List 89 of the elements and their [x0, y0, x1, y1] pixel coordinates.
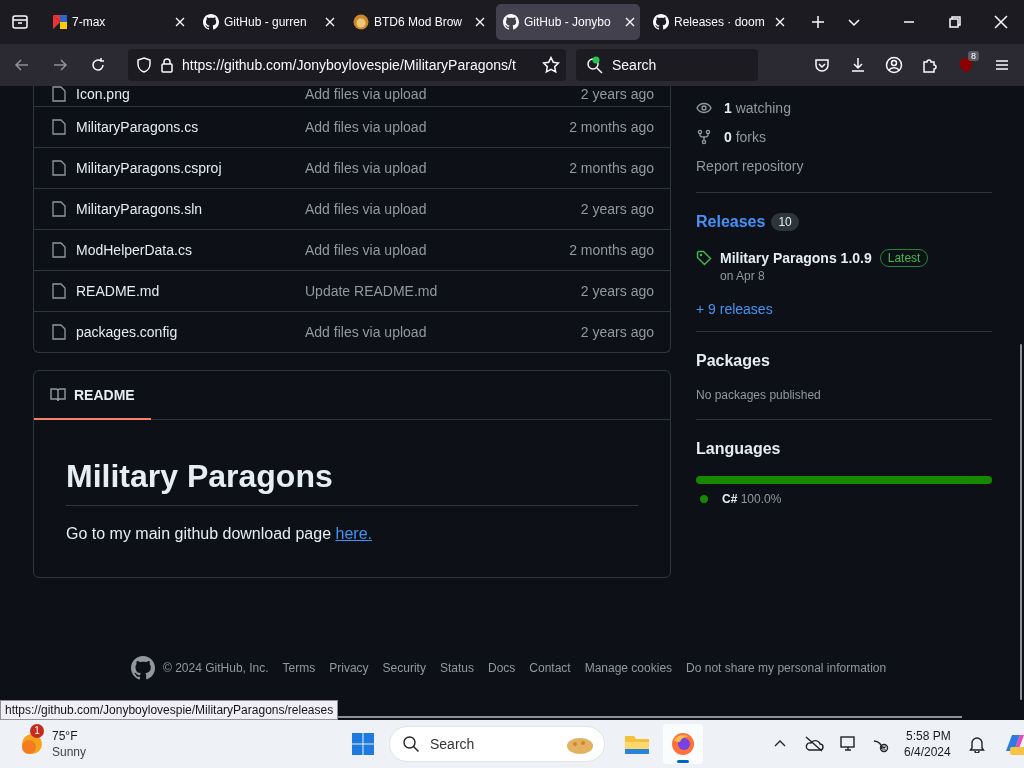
temperature-text: 75°F	[52, 728, 79, 744]
taskbar-search-field[interactable]: Search	[389, 726, 605, 762]
report-link[interactable]: Report repository	[696, 157, 804, 174]
browser-tab[interactable]: 7-max	[46, 4, 190, 40]
file-name-link[interactable]: ModHelperData.cs	[76, 242, 305, 258]
file-name-link[interactable]: MilitaryParagons.sln	[76, 201, 305, 217]
github-logo-icon[interactable]	[131, 656, 155, 680]
weather-condition: Sunny	[52, 744, 87, 760]
weather-icon[interactable]	[20, 732, 44, 756]
commit-age: 2 years ago	[580, 86, 654, 102]
footer-link[interactable]: Do not share my personal information	[686, 661, 887, 675]
firefox-icon[interactable]	[663, 724, 703, 764]
file-name-link[interactable]: MilitaryParagons.cs	[76, 119, 305, 135]
commit-message[interactable]: Add files via upload	[305, 160, 570, 176]
forks-link[interactable]: 0 forks	[724, 128, 767, 145]
close-icon[interactable]	[473, 15, 487, 29]
readme-heading: Military Paragons	[66, 456, 638, 506]
packages-text: No packages published	[696, 388, 822, 402]
footer-link[interactable]: Contact	[529, 661, 571, 675]
clock[interactable]: 5:58 PM 6/4/2024	[904, 728, 951, 760]
footer-link[interactable]: Terms	[282, 661, 316, 675]
close-icon[interactable]	[623, 15, 637, 29]
readme-tab[interactable]: README	[34, 371, 151, 420]
commit-message[interactable]: Add files via upload	[305, 86, 581, 102]
notification-badge: 1	[30, 724, 44, 738]
releases-link[interactable]: Releases	[696, 213, 766, 231]
browser-tab[interactable]: Releases · doom	[646, 4, 790, 40]
tag-icon	[696, 250, 712, 266]
footer-link[interactable]: Docs	[487, 661, 516, 675]
download-link[interactable]: here.	[335, 525, 372, 542]
file-icon	[52, 242, 66, 258]
file-name-link[interactable]: Icon.png	[76, 86, 305, 102]
search-field[interactable]: Search	[576, 49, 758, 81]
languages-heading: Languages	[696, 440, 781, 458]
browser-tab[interactable]: BTD6 Mod Brow	[346, 4, 490, 40]
footer-link[interactable]: Security	[382, 661, 426, 675]
file-icon	[52, 201, 66, 217]
commit-message[interactable]: Update README.md	[305, 283, 581, 299]
close-icon[interactable]	[173, 15, 187, 29]
release-count: 10	[771, 213, 799, 231]
colorful-squares-icon	[53, 15, 67, 29]
extension-badge: 8	[968, 51, 979, 61]
file-icon	[52, 86, 66, 102]
file-name-link[interactable]: MilitaryParagons.csproj	[76, 160, 305, 176]
scrollbar[interactable]	[1020, 344, 1022, 700]
language-stat[interactable]: C# 100.0%	[714, 492, 782, 506]
github-icon	[503, 14, 519, 30]
commit-age: 2 years ago	[580, 283, 654, 299]
browser-tab[interactable]: GitHub - gurren	[196, 4, 340, 40]
packages-heading: Packages	[696, 352, 770, 370]
copyright-text: © 2024 GitHub, Inc.	[163, 661, 269, 675]
link-status-tooltip: https://github.com/Jonyboylovespie/MilitaryParagons/releases	[0, 700, 339, 720]
footer-link[interactable]: Status	[439, 661, 474, 675]
fork-icon	[696, 128, 712, 145]
url-text: https://github.com/Jonyboylovespie/MilitaryParagons/t	[182, 57, 517, 73]
commit-age: 2 years ago	[580, 324, 654, 340]
release-date: on Apr 8	[720, 269, 766, 283]
release-name-link[interactable]: Military Paragons 1.0.9	[720, 250, 872, 266]
shield-icon[interactable]	[136, 57, 152, 73]
address-bar[interactable]: https://github.com/Jonyboylovespie/MilitaryParagons/t	[128, 49, 566, 81]
readme-text: Go to my main github download page here.	[66, 524, 373, 544]
commit-age: 2 months ago	[569, 119, 654, 135]
commit-message[interactable]: Add files via upload	[305, 119, 570, 135]
commit-age: 2 months ago	[569, 242, 654, 258]
more-releases-link[interactable]: + 9 releases	[696, 301, 773, 317]
search-icon	[402, 735, 420, 753]
close-icon[interactable]	[773, 15, 787, 29]
watchers-link[interactable]: 1 watching	[724, 99, 791, 116]
footer-link[interactable]: Privacy	[329, 661, 369, 675]
book-icon	[50, 386, 66, 403]
file-icon	[52, 324, 66, 340]
lock-icon[interactable]	[160, 57, 174, 73]
commit-age: 2 months ago	[569, 160, 654, 176]
file-icon	[52, 119, 66, 135]
search-icon	[586, 56, 604, 74]
star-icon[interactable]	[542, 56, 560, 74]
close-icon[interactable]	[323, 15, 337, 29]
file-icon	[52, 283, 66, 299]
commit-message[interactable]: Add files via upload	[305, 324, 581, 340]
browser-tab[interactable]: GitHub - Jonybo	[496, 4, 640, 40]
file-name-link[interactable]: packages.config	[76, 324, 305, 340]
github-icon	[653, 14, 669, 30]
commit-age: 2 years ago	[580, 201, 654, 217]
commit-message[interactable]: Add files via upload	[305, 242, 570, 258]
footer-link[interactable]: Manage cookies	[584, 661, 673, 675]
github-icon	[203, 14, 219, 30]
commit-message[interactable]: Add files via upload	[305, 201, 581, 217]
file-name-link[interactable]: README.md	[76, 283, 305, 299]
file-icon	[52, 160, 66, 176]
